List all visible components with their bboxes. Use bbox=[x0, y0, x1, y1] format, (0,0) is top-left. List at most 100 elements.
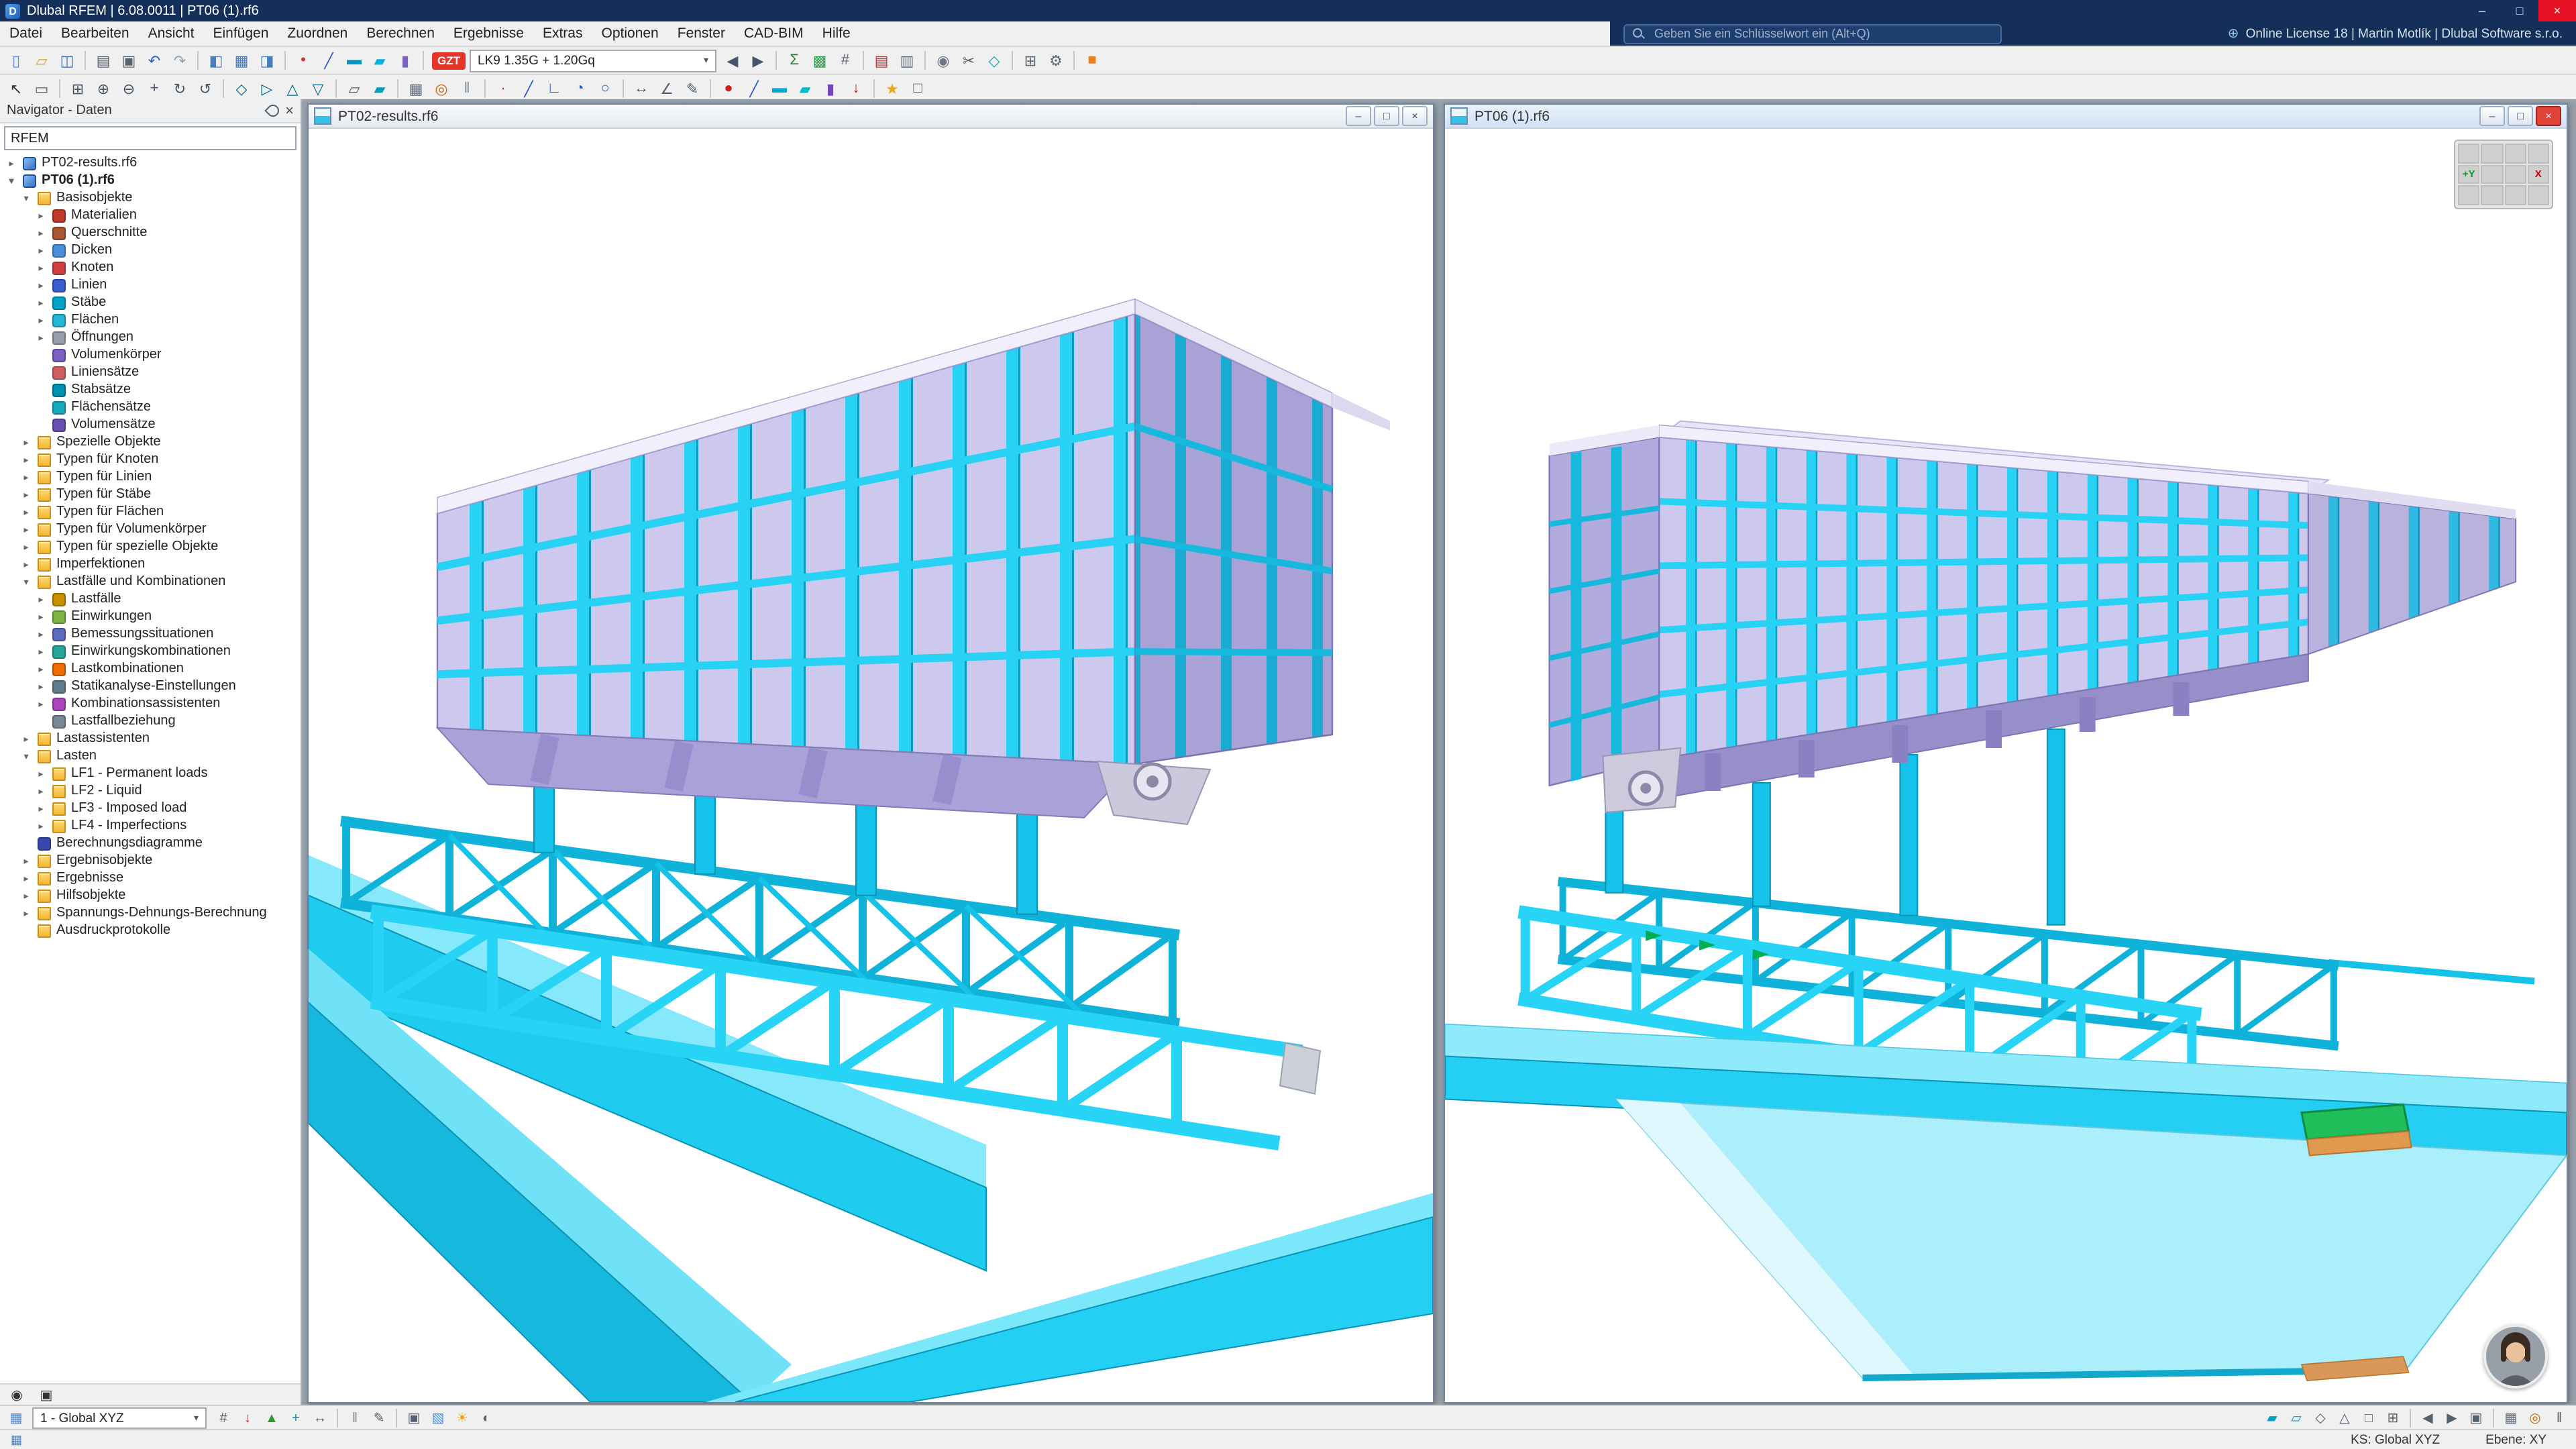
close-button[interactable] bbox=[2538, 0, 2576, 21]
tree-expander-icon[interactable]: ▸ bbox=[35, 245, 47, 256]
clip-box-button[interactable]: □ bbox=[2357, 1408, 2380, 1428]
tree-item[interactable]: ▸ Ergebnisse bbox=[0, 869, 301, 887]
tree-expander-icon[interactable]: ▸ bbox=[20, 873, 32, 883]
tree-item[interactable]: Berechnungsdiagramme bbox=[0, 835, 301, 852]
tree-item[interactable]: ▸ Stäbe bbox=[0, 294, 301, 311]
select-loads-button[interactable]: ↓ bbox=[844, 77, 868, 100]
render-solid-button[interactable]: ▰ bbox=[2261, 1408, 2284, 1428]
tree-item[interactable]: ▸ Typen für Stäbe bbox=[0, 486, 301, 503]
user-avatar[interactable] bbox=[2483, 1324, 2548, 1389]
navigator-filter[interactable] bbox=[4, 126, 297, 150]
axis-cell[interactable] bbox=[2458, 144, 2480, 163]
edit-polyline-button[interactable]: ∟ bbox=[542, 77, 566, 100]
tree-expander-icon[interactable]: ▾ bbox=[20, 193, 32, 203]
tree-item[interactable]: Volumenkörper bbox=[0, 346, 301, 364]
insert-node-button[interactable]: • bbox=[291, 49, 315, 72]
tree-item[interactable]: ▸ Typen für Knoten bbox=[0, 451, 301, 468]
show-results-button[interactable]: ▩ bbox=[808, 49, 832, 72]
menu-item[interactable]: Fenster bbox=[668, 21, 735, 46]
tree-expander-icon[interactable]: ▸ bbox=[20, 855, 32, 866]
panels-toggle-button[interactable]: ◨ bbox=[255, 49, 279, 72]
object-snap-button[interactable]: ◎ bbox=[2524, 1408, 2546, 1428]
new-model-button[interactable]: ▯ bbox=[4, 49, 28, 72]
pin-icon[interactable] bbox=[264, 102, 280, 119]
tree-expander-icon[interactable]: ▸ bbox=[20, 524, 32, 535]
tree-item[interactable]: ▸ Lastkombinationen bbox=[0, 660, 301, 678]
isometric-view-button[interactable]: ◇ bbox=[229, 77, 254, 100]
tree-expander-icon[interactable]: ▸ bbox=[35, 803, 47, 814]
coordinate-system-combobox[interactable]: 1 - Global XYZ bbox=[32, 1407, 207, 1429]
annotation-button[interactable]: ✎ bbox=[680, 77, 704, 100]
tree-item[interactable]: ▸ Flächen bbox=[0, 311, 301, 329]
tree-expander-icon[interactable]: ▸ bbox=[20, 506, 32, 517]
settings-button[interactable]: ⚙ bbox=[1044, 49, 1068, 72]
tree-item[interactable]: ▸ Dicken bbox=[0, 241, 301, 259]
tree-item[interactable]: ▾ Lastfälle und Kombinationen bbox=[0, 573, 301, 590]
tree-item[interactable]: Liniensätze bbox=[0, 364, 301, 381]
window-maximize-button[interactable] bbox=[1374, 106, 1399, 126]
shadow-button[interactable]: ◐ bbox=[475, 1408, 498, 1428]
tree-item[interactable]: ▸ Querschnitte bbox=[0, 224, 301, 241]
tree-item[interactable]: ▸ PT02-results.rf6 bbox=[0, 154, 301, 172]
menu-item[interactable]: Einfügen bbox=[204, 21, 278, 46]
previous-view-button[interactable]: ↺ bbox=[193, 77, 217, 100]
user-views-button[interactable]: ★ bbox=[880, 77, 904, 100]
select-arrow-button[interactable]: ↖ bbox=[4, 77, 28, 100]
report-button[interactable]: ▥ bbox=[895, 49, 919, 72]
tree-expander-icon[interactable]: ▸ bbox=[20, 472, 32, 482]
menu-item[interactable]: Hilfe bbox=[813, 21, 860, 46]
tree-item[interactable]: Lastfallbeziehung bbox=[0, 712, 301, 730]
window-title-bar[interactable]: PT06 (1).rf6 bbox=[1445, 105, 2567, 129]
tree-expander-icon[interactable]: ▸ bbox=[35, 611, 47, 622]
axis-cell[interactable] bbox=[2481, 164, 2504, 184]
previous-window-button[interactable]: ◀ bbox=[2416, 1408, 2439, 1428]
tree-expander-icon[interactable]: ▸ bbox=[35, 629, 47, 639]
search-input[interactable] bbox=[1652, 25, 1992, 42]
show-axes-button[interactable]: + bbox=[284, 1408, 307, 1428]
tree-item[interactable]: ▸ LF1 - Permanent loads bbox=[0, 765, 301, 782]
tree-item[interactable]: ▸ Einwirkungskombinationen bbox=[0, 643, 301, 660]
axis-cell[interactable] bbox=[2504, 186, 2526, 205]
window-minimize-button[interactable] bbox=[2479, 106, 2505, 126]
tree-item[interactable]: ▸ Bemessungssituationen bbox=[0, 625, 301, 643]
tree-expander-icon[interactable]: ▸ bbox=[35, 210, 47, 221]
tree-item[interactable]: ▸ Spezielle Objekte bbox=[0, 433, 301, 451]
tree-item[interactable]: ▸ Linien bbox=[0, 276, 301, 294]
tree-item[interactable]: ▸ Imperfektionen bbox=[0, 555, 301, 573]
tree-item[interactable]: ▸ Materialien bbox=[0, 207, 301, 224]
menu-item[interactable]: Berechnen bbox=[357, 21, 444, 46]
axis-cell[interactable] bbox=[2528, 186, 2550, 205]
window-close-button[interactable] bbox=[2536, 106, 2561, 126]
dimension-linear-button[interactable]: ↔ bbox=[629, 77, 653, 100]
tree-expander-icon[interactable]: ▸ bbox=[35, 820, 47, 831]
tree-item[interactable]: ▸ Typen für spezielle Objekte bbox=[0, 538, 301, 555]
tree-item[interactable]: ▾ PT06 (1).rf6 bbox=[0, 172, 301, 189]
select-nodes-button[interactable]: ● bbox=[716, 77, 741, 100]
menu-item[interactable]: CAD-BIM bbox=[735, 21, 813, 46]
mdi-window-pt02[interactable]: PT02-results.rf6 bbox=[307, 103, 1434, 1403]
clipping-plane-button[interactable]: ✂ bbox=[957, 49, 981, 72]
tree-expander-icon[interactable]: ▸ bbox=[35, 262, 47, 273]
window-close-button[interactable] bbox=[1402, 106, 1428, 126]
tree-expander-icon[interactable]: ▸ bbox=[20, 559, 32, 570]
tree-expander-icon[interactable]: ▸ bbox=[35, 332, 47, 343]
navigator-toggle-button[interactable]: ◧ bbox=[204, 49, 228, 72]
pan-view-button[interactable]: + bbox=[142, 77, 166, 100]
result-values-button[interactable]: # bbox=[833, 49, 857, 72]
tree-item[interactable]: Stabsätze bbox=[0, 381, 301, 398]
tree-expander-icon[interactable]: ▸ bbox=[35, 663, 47, 674]
axis-cell[interactable] bbox=[2504, 144, 2526, 163]
tree-expander-icon[interactable]: ▸ bbox=[20, 541, 32, 552]
background-button[interactable]: ▧ bbox=[427, 1408, 449, 1428]
comments-button[interactable]: ✎ bbox=[368, 1408, 390, 1428]
navigator-close-icon[interactable] bbox=[285, 103, 294, 119]
undo-button[interactable]: ↶ bbox=[142, 49, 166, 72]
show-numbering-button[interactable]: # bbox=[212, 1408, 235, 1428]
dimension-angular-button[interactable]: ∠ bbox=[655, 77, 679, 100]
tree-expander-icon[interactable]: ▾ bbox=[5, 175, 17, 186]
zoom-out-button[interactable]: ⊖ bbox=[117, 77, 141, 100]
tree-expander-icon[interactable]: ▸ bbox=[20, 454, 32, 465]
show-supports-button[interactable]: ▲ bbox=[260, 1408, 283, 1428]
window-maximize-button[interactable] bbox=[2508, 106, 2533, 126]
render-wireframe-button[interactable]: ▱ bbox=[2285, 1408, 2308, 1428]
